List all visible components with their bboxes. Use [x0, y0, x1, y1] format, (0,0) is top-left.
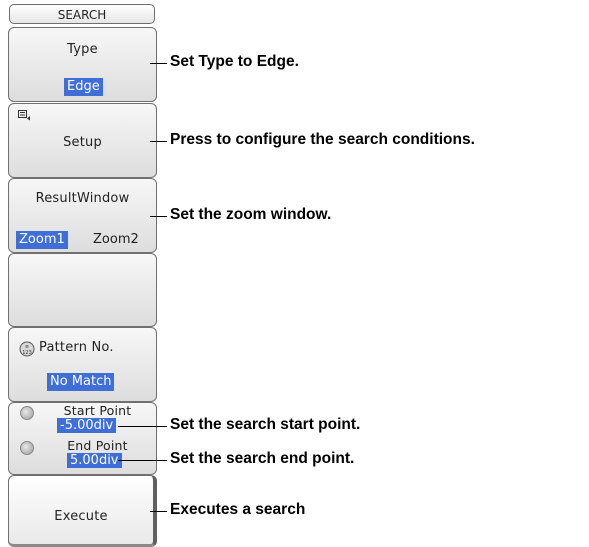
callout-line-start — [118, 426, 167, 427]
end-knob-icon[interactable] — [20, 441, 34, 455]
callout-line-setup — [150, 141, 167, 142]
callout-line-execute — [150, 511, 167, 512]
type-value: Edge — [64, 78, 103, 96]
callout-type: Set Type to Edge. — [170, 53, 299, 70]
callout-start: Set the search start point. — [170, 416, 361, 433]
result-window-softkey[interactable]: ResultWindow Zoom1 Zoom2 — [8, 178, 157, 253]
execute-label: Execute — [54, 509, 108, 524]
callout-line-end — [118, 460, 167, 461]
start-point-value: -5.00div — [57, 418, 117, 433]
callout-execute: Executes a search — [170, 501, 306, 518]
svg-text:123: 123 — [22, 350, 32, 356]
result-window-label: ResultWindow — [35, 191, 130, 206]
callout-line-type — [150, 63, 167, 64]
menu-title: SEARCH — [9, 4, 155, 24]
zoom2-option: Zoom2 — [93, 232, 139, 247]
start-end-softkey[interactable]: Start Point -5.00div End Point 5.00div — [8, 402, 157, 475]
callout-setup: Press to configure the search conditions… — [170, 131, 475, 148]
start-point-label: Start Point — [63, 403, 132, 418]
type-label: Type — [67, 42, 98, 57]
pattern-softkey[interactable]: ≡ 123 Pattern No. No Match — [8, 327, 157, 402]
empty-softkey — [8, 253, 157, 327]
callout-line-zoom — [150, 216, 167, 217]
pattern-label: Pattern No. — [39, 340, 114, 355]
zoom1-option: Zoom1 — [16, 231, 68, 249]
execute-softkey[interactable]: Execute — [8, 475, 157, 547]
setup-softkey[interactable]: Setup — [8, 103, 157, 178]
callout-end: Set the search end point. — [170, 450, 355, 467]
setup-label: Setup — [63, 135, 102, 150]
list-setup-icon — [18, 110, 30, 121]
end-point-value: 5.00div — [67, 453, 122, 468]
pattern-value: No Match — [47, 373, 115, 391]
numeric-keypad-icon: ≡ 123 — [19, 341, 35, 357]
end-point-label: End Point — [67, 438, 128, 453]
start-knob-icon[interactable] — [20, 406, 34, 420]
callout-zoom: Set the zoom window. — [170, 206, 332, 223]
type-softkey[interactable]: Type Edge — [8, 27, 157, 102]
